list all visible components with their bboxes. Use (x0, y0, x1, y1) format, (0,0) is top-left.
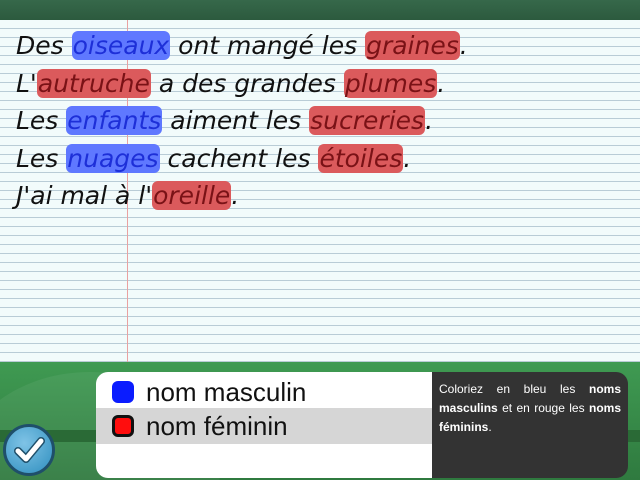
sentence-text: . (437, 68, 446, 98)
sentence-text: Les (16, 143, 67, 173)
sentence-text: . (459, 31, 468, 60)
color-legend: nom masculin nom féminin (96, 372, 432, 478)
sentence-line: J'ai mal à l'oreille. (16, 179, 468, 217)
noun-feminine[interactable]: autruche (36, 68, 151, 98)
masculine-label: nom masculin (146, 376, 307, 407)
feminine-label: nom féminin (146, 410, 288, 441)
sentence-text: Les (16, 106, 67, 135)
instructions-text-2: et en rouge les (497, 401, 589, 415)
sentence-text: . (425, 106, 434, 135)
checkmark-icon (14, 437, 45, 463)
top-bar (0, 0, 640, 20)
instructions-text-3: . (488, 420, 492, 434)
sentence-text: . (231, 181, 240, 210)
sentence-text: aiment les (162, 106, 310, 135)
noun-masculine[interactable]: oiseaux (71, 31, 171, 60)
sentence-line: L'autruche a des grandes plumes. (16, 67, 468, 105)
lined-paper: Des oiseaux ont mangé les graines. L'autr… (0, 20, 640, 362)
noun-feminine[interactable]: oreille (152, 181, 232, 210)
noun-feminine[interactable]: graines (365, 31, 460, 60)
legend-option-feminine[interactable]: nom féminin (96, 408, 432, 444)
noun-masculine[interactable]: nuages (66, 143, 160, 173)
sentence-text: a des grandes (150, 68, 344, 98)
noun-masculine[interactable]: enfants (66, 106, 163, 135)
legend-option-masculine[interactable]: nom masculin (96, 374, 432, 410)
sentence-text: L' (16, 68, 37, 98)
sentence-line: Les nuages cachent les étoiles. (16, 142, 468, 180)
noun-feminine[interactable]: sucreries (309, 106, 426, 135)
sentence-line: Les enfants aiment les sucreries. (16, 104, 468, 142)
sentence-text: J'ai mal à l' (16, 181, 153, 210)
sentence-text: . (403, 143, 412, 173)
validate-button[interactable] (3, 424, 55, 476)
sentence-line: Des oiseaux ont mangé les graines. (16, 29, 468, 67)
blue-swatch (112, 381, 134, 403)
sentence-text: ont mangé les (170, 31, 366, 60)
instructions-text-1: Coloriez en bleu les (439, 382, 589, 396)
sentence-text: Des (16, 31, 72, 60)
noun-feminine[interactable]: étoiles (318, 143, 404, 173)
sentence-text: cachent les (159, 143, 319, 173)
red-swatch (112, 415, 134, 437)
noun-feminine[interactable]: plumes (343, 68, 438, 98)
instructions-box: Coloriez en bleu les noms masculins et e… (432, 372, 628, 478)
sentence-list: Des oiseaux ont mangé les graines. L'autr… (16, 29, 468, 217)
